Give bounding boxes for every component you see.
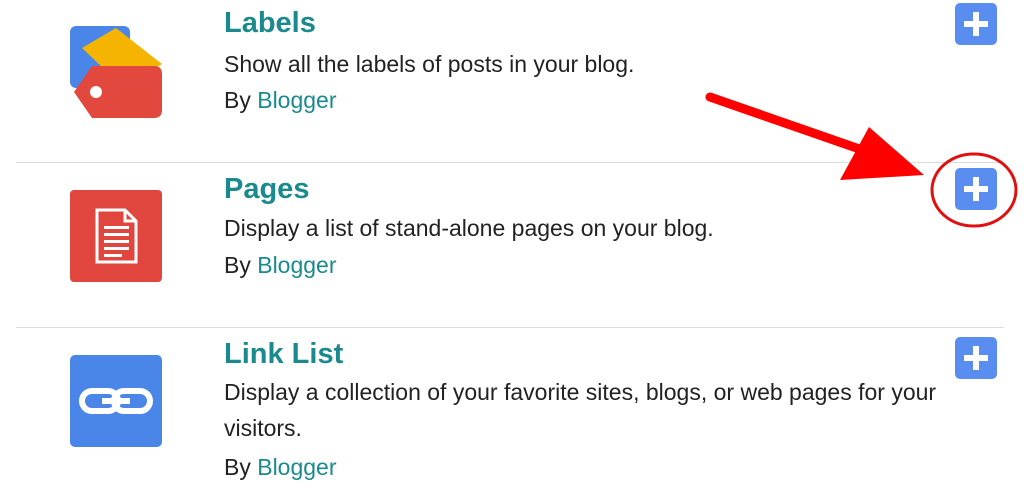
gadget-byline: By Blogger [224,87,337,114]
author-link[interactable]: Blogger [257,252,336,278]
gadget-description: Display a list of stand-alone pages on y… [224,215,714,241]
author-link[interactable]: Blogger [257,454,336,480]
gadget-list: Labels Show all the labels of posts in y… [0,0,1024,503]
gadget-byline: By Blogger [224,252,337,279]
plus-icon [964,346,988,370]
byline-prefix: By [224,454,258,480]
label-tag-icon [70,26,162,118]
gadget-title[interactable]: Link List [224,338,343,371]
gadget-description: Show all the labels of posts in your blo… [224,51,635,77]
gadget-byline: By Blogger [224,454,337,481]
add-gadget-button[interactable] [955,337,997,379]
byline-prefix: By [224,252,258,278]
plus-icon [964,177,988,201]
gadget-title[interactable]: Labels [224,7,316,40]
plus-icon [964,12,988,36]
gadget-title[interactable]: Pages [224,173,309,206]
add-gadget-button[interactable] [955,3,997,45]
add-gadget-button[interactable] [955,168,997,210]
gadget-item-link-list: Link List Display a collection of your f… [0,328,1024,503]
author-link[interactable]: Blogger [257,87,336,113]
gadget-item-labels: Labels Show all the labels of posts in y… [0,0,1024,163]
chain-link-icon [70,355,162,447]
gadget-item-pages: Pages Display a list of stand-alone page… [0,163,1024,328]
gadget-description: Display a collection of your favorite si… [224,379,937,441]
page-document-icon [70,190,162,282]
byline-prefix: By [224,87,258,113]
